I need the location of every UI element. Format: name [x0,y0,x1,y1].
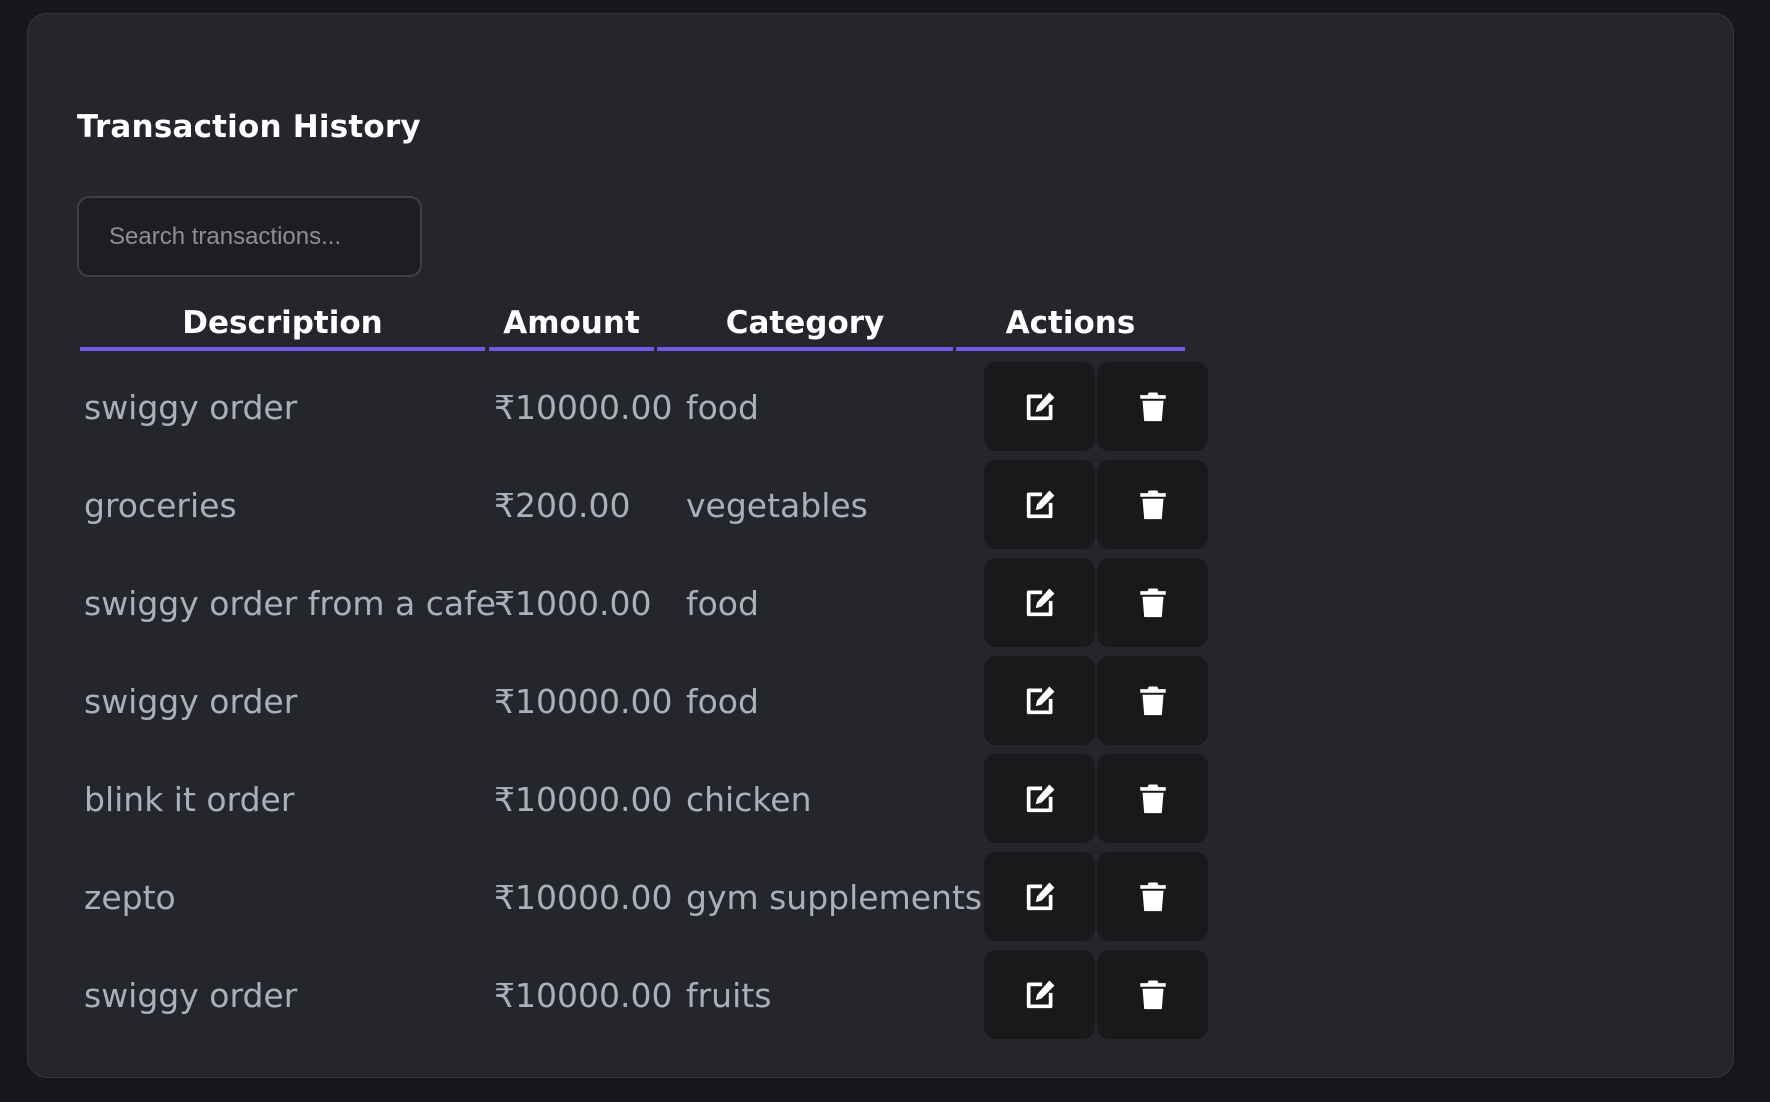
delete-button[interactable] [1097,558,1208,647]
edit-button[interactable] [984,558,1095,647]
amount-cell: ₹200.00 [494,485,631,525]
table-row: groceries ₹200.00 vegetables [80,456,1208,554]
edit-icon [1023,782,1057,816]
delete-button[interactable] [1097,950,1208,1039]
amount-cell: ₹1000.00 [494,583,652,623]
description-cell: swiggy order [84,387,298,427]
description-cell: blink it order [84,779,295,819]
table-row: swiggy order ₹10000.00 fruits [80,946,1208,1044]
table-row: swiggy order from a cafe ₹1000.00 food [80,554,1208,652]
trash-icon [1136,390,1170,424]
edit-icon [1023,684,1057,718]
amount-cell: ₹10000.00 [494,877,673,917]
column-header-category: Category [657,299,953,351]
page-title: Transaction History [77,109,421,145]
table-row: swiggy order ₹10000.00 food [80,652,1208,750]
edit-button[interactable] [984,460,1095,549]
description-cell: groceries [84,485,237,525]
delete-button[interactable] [1097,362,1208,451]
description-cell: swiggy order [84,681,298,721]
trash-icon [1136,978,1170,1012]
table-row: blink it order ₹10000.00 chicken [80,750,1208,848]
amount-cell: ₹10000.00 [494,387,673,427]
category-cell: fruits [686,975,772,1015]
category-cell: food [686,681,759,721]
category-cell: gym supplements [686,877,983,917]
category-cell: vegetables [686,485,868,525]
edit-icon [1023,390,1057,424]
edit-icon [1023,978,1057,1012]
amount-cell: ₹10000.00 [494,975,673,1015]
column-header-actions: Actions [956,299,1185,351]
delete-button[interactable] [1097,754,1208,843]
search-input[interactable] [77,196,422,277]
category-cell: food [686,583,759,623]
trash-icon [1136,880,1170,914]
column-header-amount: Amount [489,299,654,351]
trash-icon [1136,782,1170,816]
amount-cell: ₹10000.00 [494,779,673,819]
delete-button[interactable] [1097,656,1208,745]
column-header-description: Description [80,299,485,351]
transaction-history-card: Transaction History Description Amount C… [27,13,1734,1078]
delete-button[interactable] [1097,460,1208,549]
trash-icon [1136,684,1170,718]
edit-button[interactable] [984,656,1095,745]
description-cell: swiggy order from a cafe [84,583,497,623]
edit-button[interactable] [984,754,1095,843]
trash-icon [1136,586,1170,620]
category-cell: chicken [686,779,812,819]
delete-button[interactable] [1097,852,1208,941]
edit-button[interactable] [984,950,1095,1039]
edit-icon [1023,880,1057,914]
trash-icon [1136,488,1170,522]
edit-icon [1023,586,1057,620]
table-row: swiggy order ₹10000.00 food [80,358,1208,456]
amount-cell: ₹10000.00 [494,681,673,721]
description-cell: zepto [84,877,176,917]
category-cell: food [686,387,759,427]
edit-button[interactable] [984,852,1095,941]
description-cell: swiggy order [84,975,298,1015]
edit-icon [1023,488,1057,522]
table-row: zepto ₹10000.00 gym supplements [80,848,1208,946]
edit-button[interactable] [984,362,1095,451]
